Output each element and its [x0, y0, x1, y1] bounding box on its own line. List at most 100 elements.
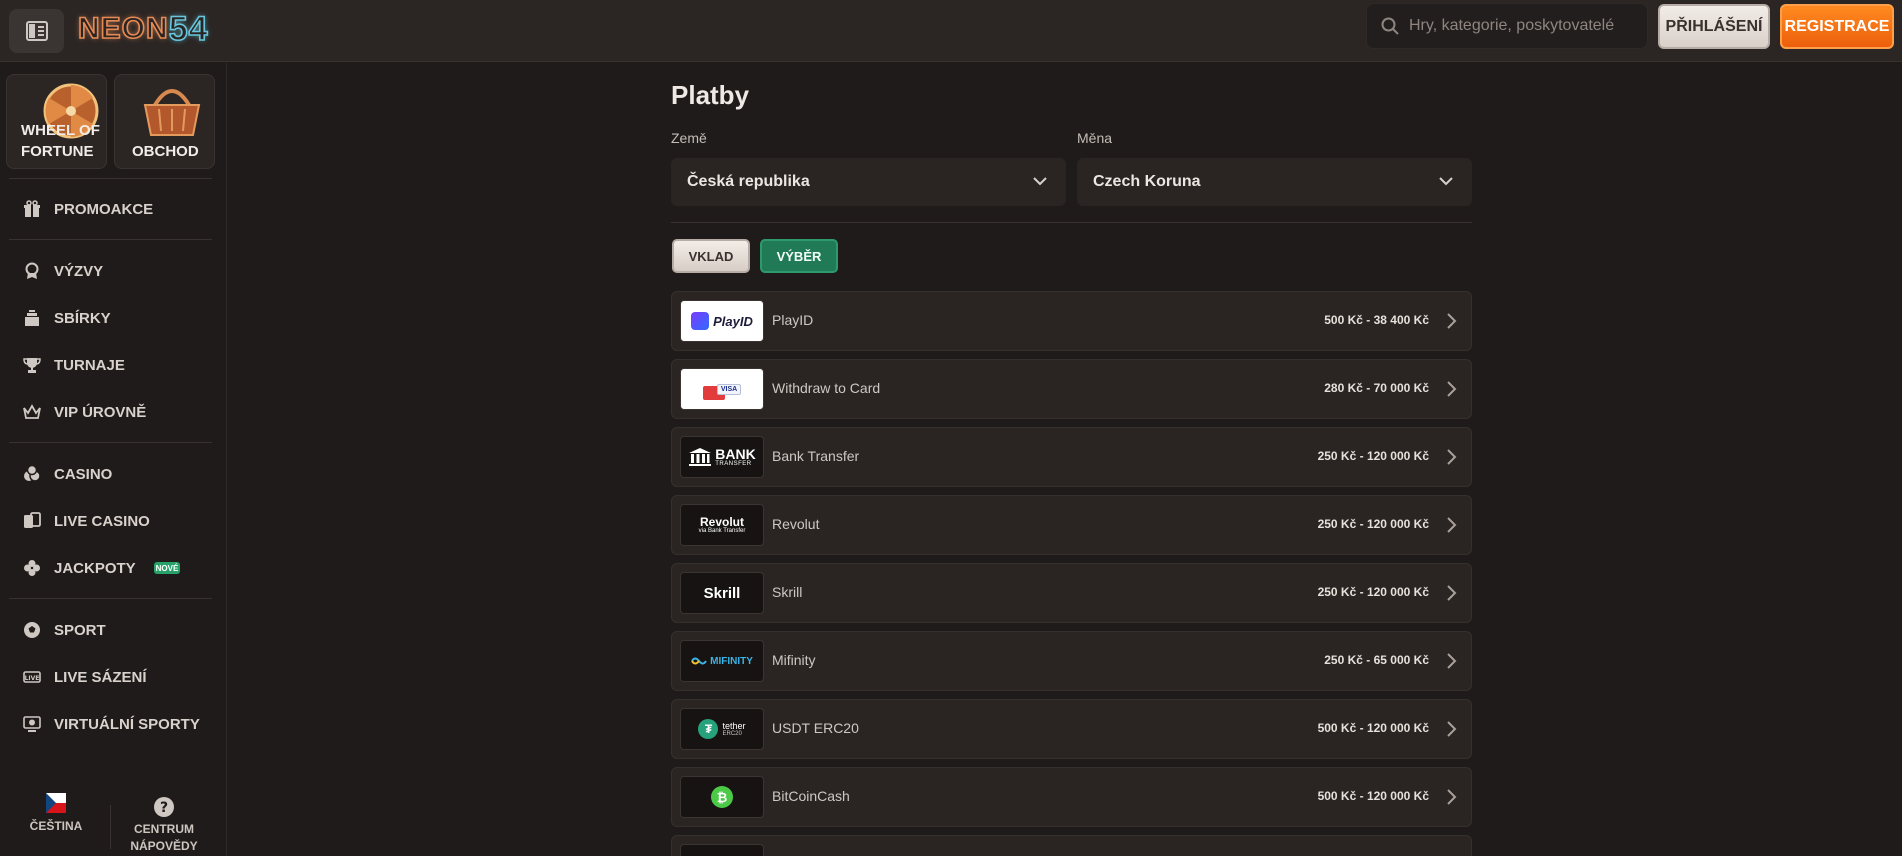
payment-method-name: Revolut	[772, 516, 820, 532]
sidebar-item-label: SBÍRKY	[54, 309, 111, 327]
help-icon: ?	[154, 797, 174, 817]
currency-value: Czech Koruna	[1093, 173, 1201, 190]
sidebar-item-vip-urovne[interactable]: VIP ÚROVNĚ	[21, 397, 211, 427]
language-selector[interactable]: ČEŠTINA	[6, 793, 106, 833]
revolut-logo: Revolut via Bank Transfer	[680, 504, 764, 546]
shop-card[interactable]: OBCHOD	[114, 74, 215, 169]
payment-method-row[interactable]: MIFINITY Mifinity 250 Kč - 65 000 Kč	[671, 631, 1472, 691]
sidebar-item-label: TURNAJE	[54, 356, 125, 374]
chevron-right-icon	[1447, 313, 1457, 329]
site-logo[interactable]: NEON 54	[77, 9, 209, 49]
country-select[interactable]: Česká republika	[671, 158, 1066, 206]
payment-method-row[interactable]: PlayID PlayID 500 Kč - 38 400 Kč	[671, 291, 1472, 351]
tab-withdrawal[interactable]: VÝBĚR	[760, 239, 838, 273]
wheel-of-fortune-card[interactable]: WHEEL OF FORTUNE	[6, 74, 107, 169]
payment-method-limit: 500 Kč - 38 400 Kč	[1324, 313, 1429, 327]
sidebar-item-casino[interactable]: CASINO	[21, 459, 211, 489]
payment-method-limit: 280 Kč - 70 000 Kč	[1324, 381, 1429, 395]
help-label-line2: NÁPOVĚDY	[130, 839, 198, 853]
bank-transfer-logo: BANK TRANSFER	[680, 436, 764, 478]
sidebar-item-turnaje[interactable]: TURNAJE	[21, 350, 211, 380]
sidebar-item-label: VÝZVY	[54, 262, 104, 280]
payment-method-row[interactable]	[671, 835, 1472, 856]
sidebar-item-label: JACKPOTY	[54, 559, 136, 577]
payment-method-limit: 500 Kč - 120 000 Kč	[1317, 789, 1429, 803]
payment-method-limit: 250 Kč - 120 000 Kč	[1317, 585, 1429, 599]
bitcoincash-logo: ₿	[680, 776, 764, 818]
payment-method-name: Skrill	[772, 584, 803, 600]
register-button[interactable]: REGISTRACE	[1780, 4, 1894, 49]
medal-icon	[21, 260, 43, 282]
nav-divider	[9, 178, 212, 179]
shop-label: OBCHOD	[132, 143, 199, 160]
sidebar-toggle-button[interactable]	[9, 9, 64, 53]
wheel-of-fortune-label: WHEEL OF FORTUNE	[21, 122, 100, 160]
section-divider	[671, 222, 1472, 223]
logo-text-neon: NEON	[77, 11, 169, 46]
country-label: Země	[671, 130, 707, 146]
sidebar-item-virtualni-sporty[interactable]: VIRTUÁLNÍ SPORTY	[21, 709, 211, 739]
help-center-link[interactable]: ? CENTRUM NÁPOVĚDY	[114, 796, 214, 853]
chevron-right-icon	[1447, 381, 1457, 397]
payment-method-row[interactable]: Skrill Skrill 250 Kč - 120 000 Kč	[671, 563, 1472, 623]
payment-method-name: Mifinity	[772, 652, 816, 668]
sidebar-item-sport[interactable]: SPORT	[21, 615, 211, 645]
svg-text:?: ?	[160, 800, 168, 816]
payment-method-row[interactable]: BANK TRANSFER Bank Transfer 250 Kč - 120…	[671, 427, 1472, 487]
live-icon: LIVE	[21, 666, 43, 688]
collection-icon	[21, 307, 43, 329]
mifinity-logo: MIFINITY	[680, 640, 764, 682]
sidebar-item-label: CASINO	[54, 465, 113, 483]
sidebar-item-live-sazeni[interactable]: LIVE LIVE SÁZENÍ	[21, 662, 211, 692]
sidebar-toggle-icon	[25, 21, 48, 41]
skrill-logo: Skrill	[680, 572, 764, 614]
payment-method-row[interactable]: ₿ BitCoinCash 500 Kč - 120 000 Kč	[671, 767, 1472, 827]
sidebar-item-label: VIP ÚROVNĚ	[54, 403, 147, 421]
page-title: Platby	[671, 80, 750, 110]
gift-icon	[21, 198, 43, 220]
sidebar-item-jackpoty[interactable]: JACKPOTY	[21, 553, 211, 583]
sidebar-item-label: SPORT	[54, 621, 106, 639]
payment-method-row[interactable]: Revolut via Bank Transfer Revolut 250 Kč…	[671, 495, 1472, 555]
sidebar-item-vyzvy[interactable]: VÝZVY	[21, 256, 211, 286]
crown-icon	[21, 401, 43, 423]
payment-method-name: USDT ERC20	[772, 720, 859, 736]
payment-method-name: PlayID	[772, 312, 814, 328]
payment-method-name: Bank Transfer	[772, 448, 860, 464]
currency-label: Měna	[1077, 130, 1113, 146]
search-box[interactable]	[1366, 3, 1648, 49]
clover-icon	[21, 557, 43, 579]
shopping-basket-icon	[143, 89, 201, 136]
sidebar-item-label: LIVE CASINO	[54, 512, 150, 530]
sidebar-item-sbirky[interactable]: SBÍRKY	[21, 303, 211, 333]
top-header: NEON54 PŘIHLÁŠENÍ REGISTRACE	[0, 0, 1902, 62]
visa-card-logo: VISA	[680, 368, 764, 410]
tab-deposit[interactable]: VKLAD	[672, 239, 750, 273]
chevron-right-icon	[1447, 653, 1457, 669]
chevron-right-icon	[1447, 517, 1457, 533]
tether-logo: ₮ tether ERC20	[680, 708, 764, 750]
currency-select[interactable]: Czech Koruna	[1077, 158, 1472, 206]
sidebar-item-label: PROMOAKCE	[54, 200, 154, 218]
sidebar-item-live-casino[interactable]: LIVE CASINO	[21, 506, 211, 536]
help-label-line1: CENTRUM	[134, 822, 194, 836]
language-label: ČEŠTINA	[29, 819, 83, 833]
payment-method-limit: 250 Kč - 120 000 Kč	[1317, 449, 1429, 463]
cards-icon	[21, 510, 43, 532]
playid-logo: PlayID	[680, 300, 764, 342]
logo-text-number: 54	[168, 9, 209, 49]
search-input[interactable]	[1409, 17, 1629, 35]
chevron-right-icon	[1447, 585, 1457, 601]
sidebar-item-label: LIVE SÁZENÍ	[54, 668, 147, 686]
nav-divider	[9, 239, 212, 240]
chevron-down-icon	[1033, 177, 1047, 186]
new-badge: NOVÉ	[154, 562, 180, 574]
czech-flag-icon	[46, 793, 66, 813]
nav-divider	[9, 598, 212, 599]
nav-divider	[9, 442, 212, 443]
footer-divider	[110, 805, 111, 849]
sidebar-item-promoakce[interactable]: PROMOAKCE	[21, 194, 211, 224]
login-button[interactable]: PŘIHLÁŠENÍ	[1658, 4, 1770, 49]
payment-method-row[interactable]: ₮ tether ERC20 USDT ERC20 500 Kč - 120 0…	[671, 699, 1472, 759]
payment-method-row[interactable]: VISA Withdraw to Card 280 Kč - 70 000 Kč	[671, 359, 1472, 419]
